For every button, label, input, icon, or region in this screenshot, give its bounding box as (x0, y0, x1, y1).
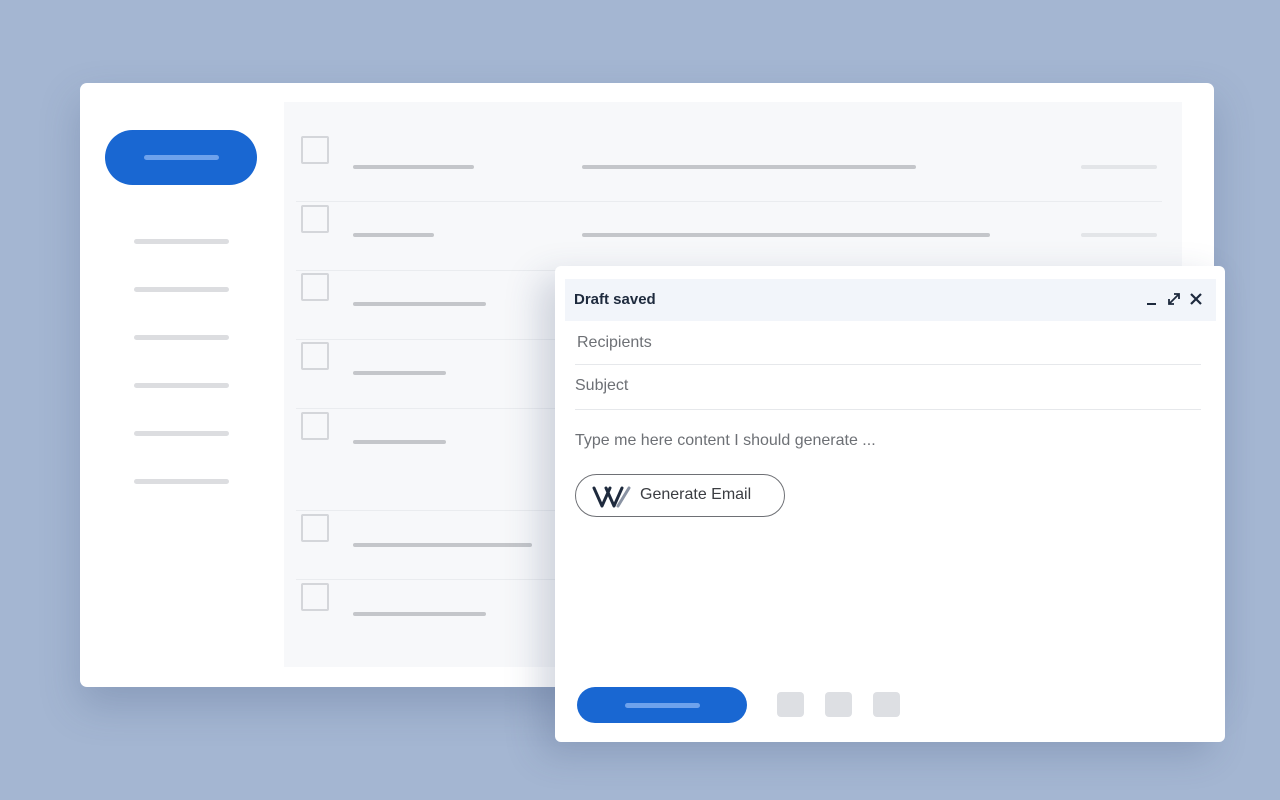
generate-email-label: Generate Email (640, 486, 752, 503)
close-icon[interactable] (1187, 290, 1205, 308)
compose-title: Draft saved (574, 291, 656, 308)
subject-divider (575, 409, 1201, 410)
sidebar-item[interactable] (134, 239, 229, 244)
sidebar-item[interactable] (134, 335, 229, 340)
more-icon[interactable] (873, 692, 900, 717)
compose-header: Draft saved (565, 279, 1216, 321)
generate-email-button[interactable]: Generate Email (575, 474, 785, 517)
row-date (1081, 165, 1157, 169)
body-field[interactable]: Type me here content I should generate .… (575, 432, 876, 450)
row-checkbox[interactable] (301, 136, 329, 164)
compose-button[interactable] (105, 130, 257, 185)
sidebar-item[interactable] (134, 383, 229, 388)
recipients-divider (575, 364, 1201, 365)
row-subject[interactable] (582, 233, 990, 237)
recipients-field[interactable]: Recipients (577, 334, 652, 352)
row-checkbox[interactable] (301, 412, 329, 440)
generator-logo-icon (592, 486, 632, 513)
row-subject[interactable] (582, 165, 916, 169)
send-button[interactable] (577, 687, 747, 723)
row-sender[interactable] (353, 612, 486, 616)
row-sender[interactable] (353, 302, 486, 306)
expand-icon[interactable] (1165, 290, 1183, 308)
send-button-placeholder (625, 703, 700, 708)
row-sender[interactable] (353, 543, 532, 547)
row-checkbox[interactable] (301, 583, 329, 611)
row-date (1081, 233, 1157, 237)
row-checkbox[interactable] (301, 514, 329, 542)
row-divider (296, 201, 1162, 202)
subject-field[interactable]: Subject (575, 377, 628, 395)
row-sender[interactable] (353, 233, 434, 237)
attach-icon[interactable] (825, 692, 852, 717)
row-sender[interactable] (353, 371, 446, 375)
minimize-icon[interactable] (1143, 290, 1161, 308)
compose-button-placeholder (144, 155, 219, 160)
sidebar-item[interactable] (134, 287, 229, 292)
row-sender[interactable] (353, 165, 474, 169)
sidebar-item[interactable] (134, 431, 229, 436)
row-checkbox[interactable] (301, 205, 329, 233)
row-checkbox[interactable] (301, 342, 329, 370)
sidebar-item[interactable] (134, 479, 229, 484)
row-sender[interactable] (353, 440, 446, 444)
format-icon[interactable] (777, 692, 804, 717)
compose-window: Draft saved Recipients Subject Type me h… (555, 266, 1225, 742)
row-checkbox[interactable] (301, 273, 329, 301)
